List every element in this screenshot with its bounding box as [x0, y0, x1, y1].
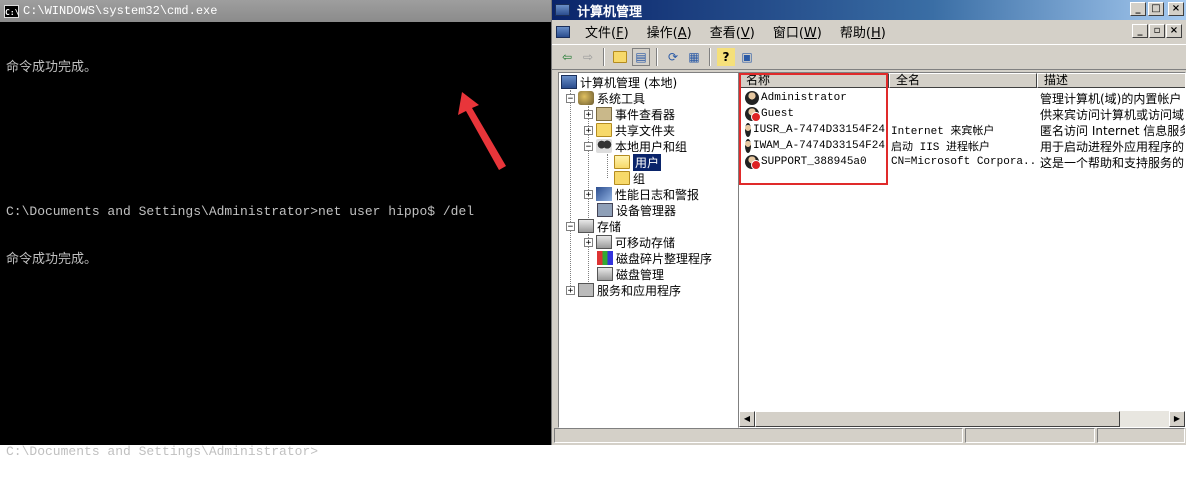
status-pane — [554, 428, 963, 443]
toolbar-separator — [603, 48, 605, 66]
console-tree[interactable]: 计算机管理 (本地) − 系统工具 + 事件查看器 + 共享文件夹 − 本地用户… — [558, 72, 739, 428]
shared-folder-icon — [596, 123, 612, 137]
properties-icon[interactable]: ▣ — [738, 48, 756, 66]
device-manager-icon — [597, 203, 613, 217]
scroll-left-icon[interactable]: ◀ — [739, 411, 755, 427]
status-bar — [552, 428, 1186, 445]
mmc-title: 计算机管理 — [577, 4, 643, 20]
tree-item-event-viewer[interactable]: + 事件查看器 — [584, 106, 675, 122]
user-description: 这是一个帮助和支持服务的 — [1040, 155, 1185, 170]
computer-management-window[interactable]: 计算机管理 _ □ × 文件(F) 操作(A) 查看(V) 窗口(W) 帮助(H… — [552, 0, 1186, 445]
expand-icon[interactable]: + — [584, 109, 593, 119]
tree-item-storage[interactable]: − 存储 — [566, 218, 621, 234]
toolbar: ⇦ ⇨ ▤ ⟳ ▦ ? ▣ — [552, 44, 1186, 70]
child-window-controls: _ ▫ × — [1132, 24, 1182, 38]
expand-icon[interactable]: + — [584, 189, 593, 199]
forward-icon[interactable]: ⇨ — [579, 48, 597, 66]
expand-icon[interactable]: + — [566, 285, 575, 295]
removable-storage-icon — [596, 235, 612, 249]
services-icon — [578, 283, 594, 297]
child-minimize-button[interactable]: _ — [1132, 24, 1148, 38]
back-icon[interactable]: ⇦ — [558, 48, 576, 66]
tree-item-system-tools[interactable]: − 系统工具 — [566, 90, 645, 106]
tree-item-disk-defragmenter[interactable]: 磁盘碎片整理程序 — [597, 250, 712, 266]
folder-icon — [614, 171, 630, 185]
tree-item-local-users-groups[interactable]: − 本地用户和组 — [584, 138, 687, 154]
refresh-icon[interactable]: ⟳ — [664, 48, 682, 66]
event-viewer-icon — [596, 107, 612, 121]
performance-icon — [596, 187, 612, 201]
menu-help[interactable]: 帮助(H) — [831, 22, 895, 41]
collapse-icon[interactable]: − — [584, 141, 593, 151]
user-fullname: 启动 IIS 进程帐户 — [891, 142, 991, 154]
horizontal-scrollbar[interactable]: ◀ ▶ — [739, 411, 1185, 427]
column-header-description[interactable]: 描述 — [1037, 73, 1185, 88]
menu-file[interactable]: 文件(F) — [576, 22, 638, 41]
user-list-view[interactable]: 名称 全名 描述 Administrator 管理计算机(域)的内置帐户 Gue… — [738, 72, 1186, 428]
user-fullname: Internet 来宾帐户 — [891, 126, 995, 138]
user-fullname: CN=Microsoft Corpora... — [891, 156, 1036, 168]
export-icon[interactable]: ▦ — [685, 48, 703, 66]
toolbar-separator — [656, 48, 658, 66]
tree-item-device-manager[interactable]: 设备管理器 — [597, 202, 676, 218]
show-tree-icon[interactable]: ▤ — [632, 48, 650, 66]
computer-management-icon — [555, 4, 570, 16]
tree-item-removable-storage[interactable]: + 可移动存储 — [584, 234, 675, 250]
toolbar-separator — [709, 48, 711, 66]
status-pane — [1097, 428, 1185, 443]
menu-bar: 文件(F) 操作(A) 查看(V) 窗口(W) 帮助(H) — [552, 20, 1186, 43]
user-description: 供来宾访问计算机或访问域 — [1040, 107, 1185, 122]
user-description: 匿名访问 Internet 信息服务 — [1040, 123, 1186, 138]
maximize-button[interactable]: □ — [1148, 2, 1164, 16]
tree-root[interactable]: 计算机管理 (本地) — [561, 74, 677, 90]
open-folder-icon — [614, 155, 630, 169]
up-folder-icon[interactable] — [611, 48, 629, 66]
status-pane — [965, 428, 1095, 443]
console-prompt: C:\Documents and Settings\Administrator> — [6, 444, 319, 459]
tree-item-groups[interactable]: 组 — [614, 170, 645, 186]
defragmenter-icon — [597, 251, 613, 265]
menu-view[interactable]: 查看(V) — [701, 22, 764, 41]
tools-icon — [578, 91, 594, 105]
cmd-window[interactable]: C:\ C:\WINDOWS\system32\cmd.exe 命令成功完成。 … — [0, 0, 552, 459]
child-close-button[interactable]: × — [1166, 24, 1182, 38]
expand-icon[interactable]: + — [584, 125, 593, 135]
storage-icon — [578, 219, 594, 233]
tree-item-users[interactable]: 用户 — [614, 153, 662, 171]
user-description: 管理计算机(域)的内置帐户 — [1040, 91, 1182, 106]
users-groups-icon — [596, 139, 612, 153]
minimize-button[interactable]: _ — [1130, 2, 1146, 16]
red-arrow-annotation — [458, 92, 506, 170]
scroll-right-icon[interactable]: ▶ — [1169, 411, 1185, 427]
collapse-icon[interactable]: − — [566, 221, 575, 231]
column-header-fullname[interactable]: 全名 — [889, 73, 1037, 88]
tree-item-shared-folders[interactable]: + 共享文件夹 — [584, 122, 675, 138]
mmc-title-bar[interactable]: 计算机管理 _ □ × — [552, 0, 1186, 20]
disk-management-icon — [597, 267, 613, 281]
tree-item-perf-logs[interactable]: + 性能日志和警报 — [584, 186, 699, 202]
scroll-thumb[interactable] — [755, 411, 1120, 427]
menu-window[interactable]: 窗口(W) — [764, 22, 831, 41]
tree-item-services-apps[interactable]: + 服务和应用程序 — [566, 282, 681, 298]
menu-action[interactable]: 操作(A) — [638, 22, 701, 41]
tree-item-disk-management[interactable]: 磁盘管理 — [597, 266, 664, 282]
expand-icon[interactable]: + — [584, 237, 593, 247]
system-menu-icon[interactable] — [556, 25, 570, 38]
highlight-box-annotation — [739, 73, 888, 185]
help-icon[interactable]: ? — [717, 48, 735, 66]
close-button[interactable]: × — [1168, 2, 1184, 16]
computer-icon — [561, 75, 577, 89]
collapse-icon[interactable]: − — [566, 93, 575, 103]
user-description: 用于启动进程外应用程序的 — [1040, 139, 1185, 154]
child-restore-button[interactable]: ▫ — [1149, 24, 1165, 38]
